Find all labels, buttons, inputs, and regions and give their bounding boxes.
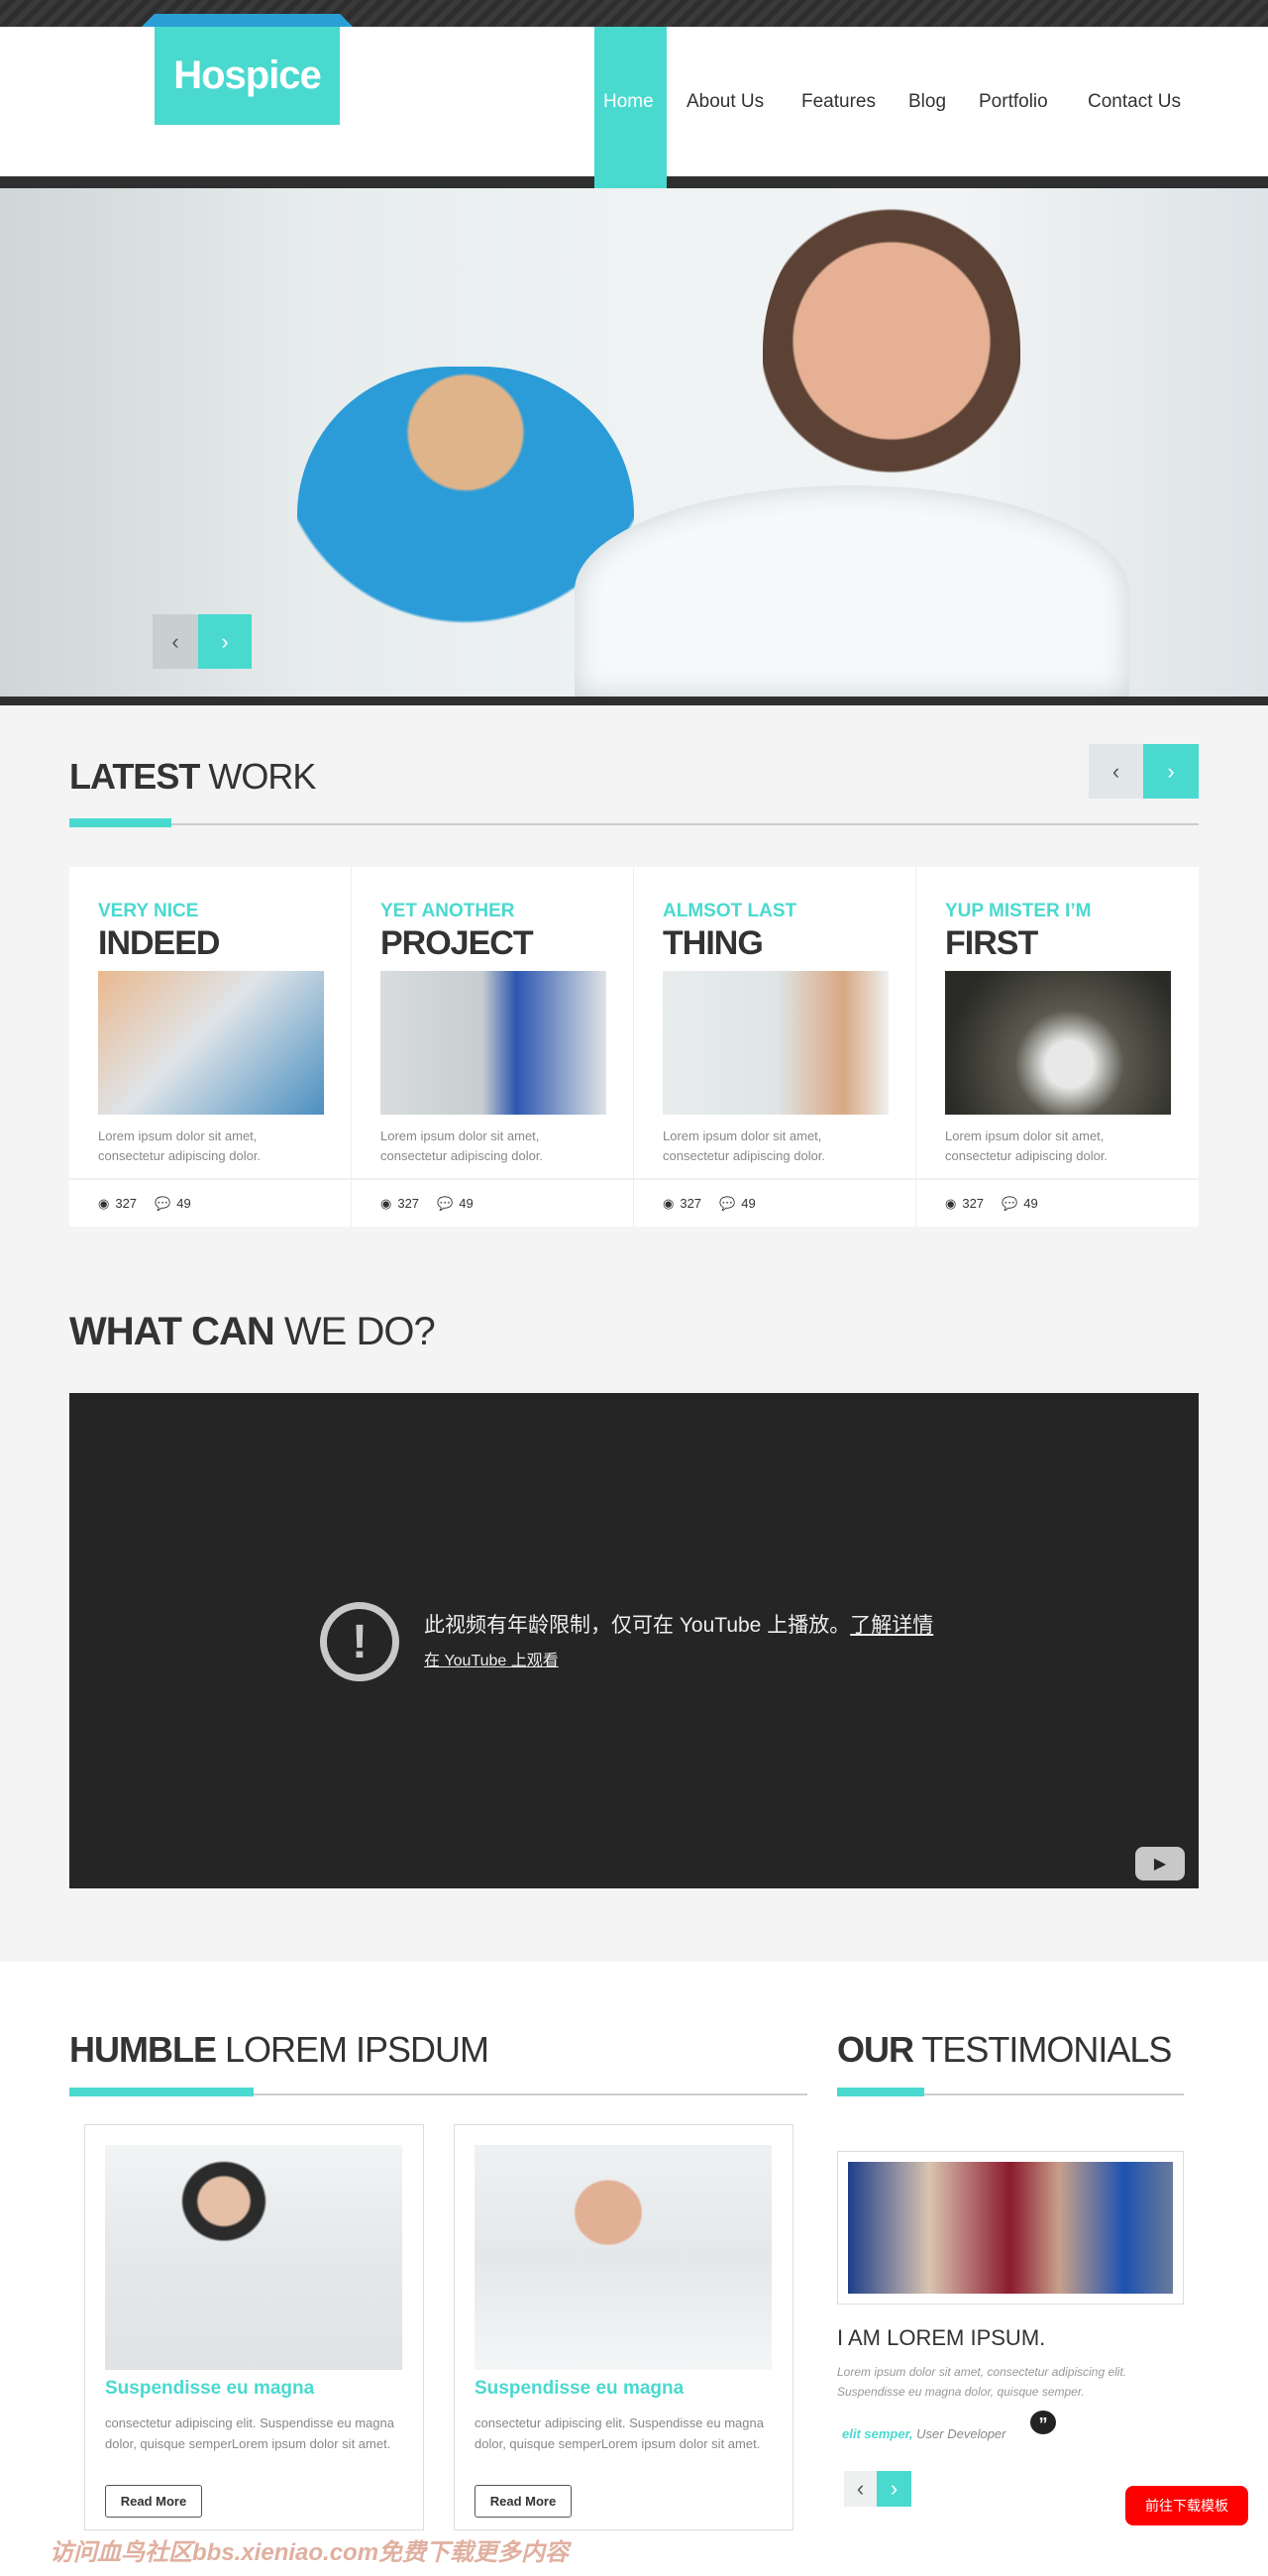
testimonials-accent xyxy=(837,2088,924,2096)
youtube-play-icon[interactable]: ▶ xyxy=(1135,1847,1185,1880)
nav-blog[interactable]: Blog xyxy=(908,91,946,113)
card-subtitle: VERY NICE xyxy=(98,901,199,921)
logo-ribbon xyxy=(142,14,353,27)
comment-icon: 💬 xyxy=(719,1195,736,1211)
eye-icon: ◉ xyxy=(663,1195,675,1211)
work-card[interactable]: YET ANOTHER PROJECT Lorem ipsum dolor si… xyxy=(352,867,634,1227)
watermark: 访问血鸟社区bbs.xieniao.com免费下载更多内容 xyxy=(50,2539,570,2566)
work-card[interactable]: VERY NICE INDEED Lorem ipsum dolor sit a… xyxy=(69,867,352,1227)
comments-count: 49 xyxy=(459,1196,474,1211)
work-next-button[interactable]: › xyxy=(1143,744,1199,799)
comments-count: 49 xyxy=(741,1196,756,1211)
comments-count: 49 xyxy=(1023,1196,1038,1211)
card-stats: ◉ 327 💬 49 xyxy=(69,1178,352,1227)
learn-more-link[interactable]: 了解详情 xyxy=(850,1614,933,1637)
latest-work-title: LATEST WORK xyxy=(69,756,316,797)
card-image xyxy=(663,971,889,1115)
hero-divider xyxy=(0,697,1268,705)
card-image xyxy=(380,971,606,1115)
nav-home[interactable]: Home xyxy=(603,91,654,113)
service-card: Suspendisse eu magna consectetur adipisc… xyxy=(84,2124,424,2530)
hero-prev-button[interactable]: ‹ xyxy=(153,614,198,669)
testimonial-next-button[interactable]: › xyxy=(877,2471,911,2507)
read-more-button[interactable]: Read More xyxy=(105,2485,202,2518)
comment-icon: 💬 xyxy=(155,1195,171,1211)
watch-on-youtube-link[interactable]: 在 YouTube 上观看 xyxy=(424,1647,559,1670)
eye-icon: ◉ xyxy=(945,1195,957,1211)
service-card: Suspendisse eu magna consectetur adipisc… xyxy=(454,2124,793,2530)
card-text: consectetur adipiscing elit. Suspendisse… xyxy=(105,2415,394,2451)
card-image xyxy=(98,971,324,1115)
logo[interactable]: Hospice xyxy=(155,27,340,125)
card-title: PROJECT xyxy=(380,924,534,962)
chevron-right-icon: › xyxy=(1167,758,1175,784)
eye-icon: ◉ xyxy=(380,1195,392,1211)
testimonials-title: OUR TESTIMONIALS xyxy=(837,2029,1172,2070)
testimonial-heading: I AM LOREM IPSUM. xyxy=(837,2325,1046,2350)
card-title: Suspendisse eu magna xyxy=(105,2378,315,2399)
card-text: Lorem ipsum dolor sit amet, consectetur … xyxy=(663,1128,826,1163)
card-text: Lorem ipsum dolor sit amet, consectetur … xyxy=(945,1128,1109,1163)
nav-about-us[interactable]: About Us xyxy=(687,91,764,113)
card-subtitle: YET ANOTHER xyxy=(380,901,515,921)
card-image xyxy=(105,2145,402,2370)
chevron-right-icon: › xyxy=(890,2476,898,2501)
testimonial-image xyxy=(848,2162,1173,2294)
card-text: Lorem ipsum dolor sit amet, consectetur … xyxy=(380,1128,544,1163)
nav-features[interactable]: Features xyxy=(801,91,876,113)
quote-icon: ” xyxy=(1030,2411,1056,2434)
chevron-left-icon: ‹ xyxy=(856,2476,865,2501)
work-prev-button[interactable]: ‹ xyxy=(1089,744,1143,799)
work-card[interactable]: YUP MISTER I’M FIRST Lorem ipsum dolor s… xyxy=(916,867,1199,1227)
what-can-title: WHAT CAN WE DO? xyxy=(69,1310,436,1353)
humble-accent xyxy=(69,2088,254,2096)
latest-work-rule xyxy=(69,823,1199,825)
card-stats: ◉ 327 💬 49 xyxy=(634,1178,916,1227)
comment-icon: 💬 xyxy=(1002,1195,1018,1211)
hero-image-doctor xyxy=(763,198,1020,515)
chevron-left-icon: ‹ xyxy=(171,628,179,654)
card-subtitle: YUP MISTER I’M xyxy=(945,901,1092,921)
video-player[interactable]: ! 此视频有年龄限制，仅可在 YouTube 上播放。了解详情 在 YouTub… xyxy=(69,1393,1199,1888)
latest-work-accent xyxy=(69,818,171,827)
card-stats: ◉ 327 💬 49 xyxy=(916,1178,1199,1227)
comment-icon: 💬 xyxy=(437,1195,454,1211)
card-image xyxy=(475,2145,772,2370)
card-title: THING xyxy=(663,924,764,962)
testimonial-quote: Lorem ipsum dolor sit amet, consectetur … xyxy=(837,2365,1127,2399)
read-more-button[interactable]: Read More xyxy=(475,2485,572,2518)
card-text: Lorem ipsum dolor sit amet, consectetur … xyxy=(98,1128,262,1163)
views-count: 327 xyxy=(115,1196,138,1211)
card-title: INDEED xyxy=(98,924,220,962)
video-restriction-message: 此视频有年龄限制，仅可在 YouTube 上播放。了解详情 xyxy=(424,1614,934,1637)
testimonial-image-frame xyxy=(837,2151,1184,2305)
work-card[interactable]: ALMSOT LAST THING Lorem ipsum dolor sit … xyxy=(634,867,916,1227)
card-title: Suspendisse eu magna xyxy=(475,2378,685,2399)
download-template-button[interactable]: 前往下载模板 xyxy=(1125,2486,1248,2525)
hero-next-button[interactable]: › xyxy=(198,614,252,669)
eye-icon: ◉ xyxy=(98,1195,110,1211)
warning-icon: ! xyxy=(320,1602,399,1681)
testimonial-author: elit semper, User Developer xyxy=(842,2426,1006,2441)
views-count: 327 xyxy=(962,1196,985,1211)
chevron-left-icon: ‹ xyxy=(1111,758,1120,784)
chevron-right-icon: › xyxy=(221,628,229,654)
humble-title: HUMBLE LOREM IPSDUM xyxy=(69,2029,489,2070)
card-title: FIRST xyxy=(945,924,1038,962)
card-subtitle: ALMSOT LAST xyxy=(663,901,797,921)
card-stats: ◉ 327 💬 49 xyxy=(352,1178,634,1227)
views-count: 327 xyxy=(680,1196,702,1211)
comments-count: 49 xyxy=(176,1196,191,1211)
hero-slider: ‹ › xyxy=(0,188,1268,697)
nav-portfolio[interactable]: Portfolio xyxy=(979,91,1048,113)
card-text: consectetur adipiscing elit. Suspendisse… xyxy=(475,2415,764,2451)
nav-contact-us[interactable]: Contact Us xyxy=(1088,91,1181,113)
testimonial-prev-button[interactable]: ‹ xyxy=(844,2471,877,2507)
card-image xyxy=(945,971,1171,1115)
hero-image-coat xyxy=(575,485,1129,697)
views-count: 327 xyxy=(397,1196,420,1211)
